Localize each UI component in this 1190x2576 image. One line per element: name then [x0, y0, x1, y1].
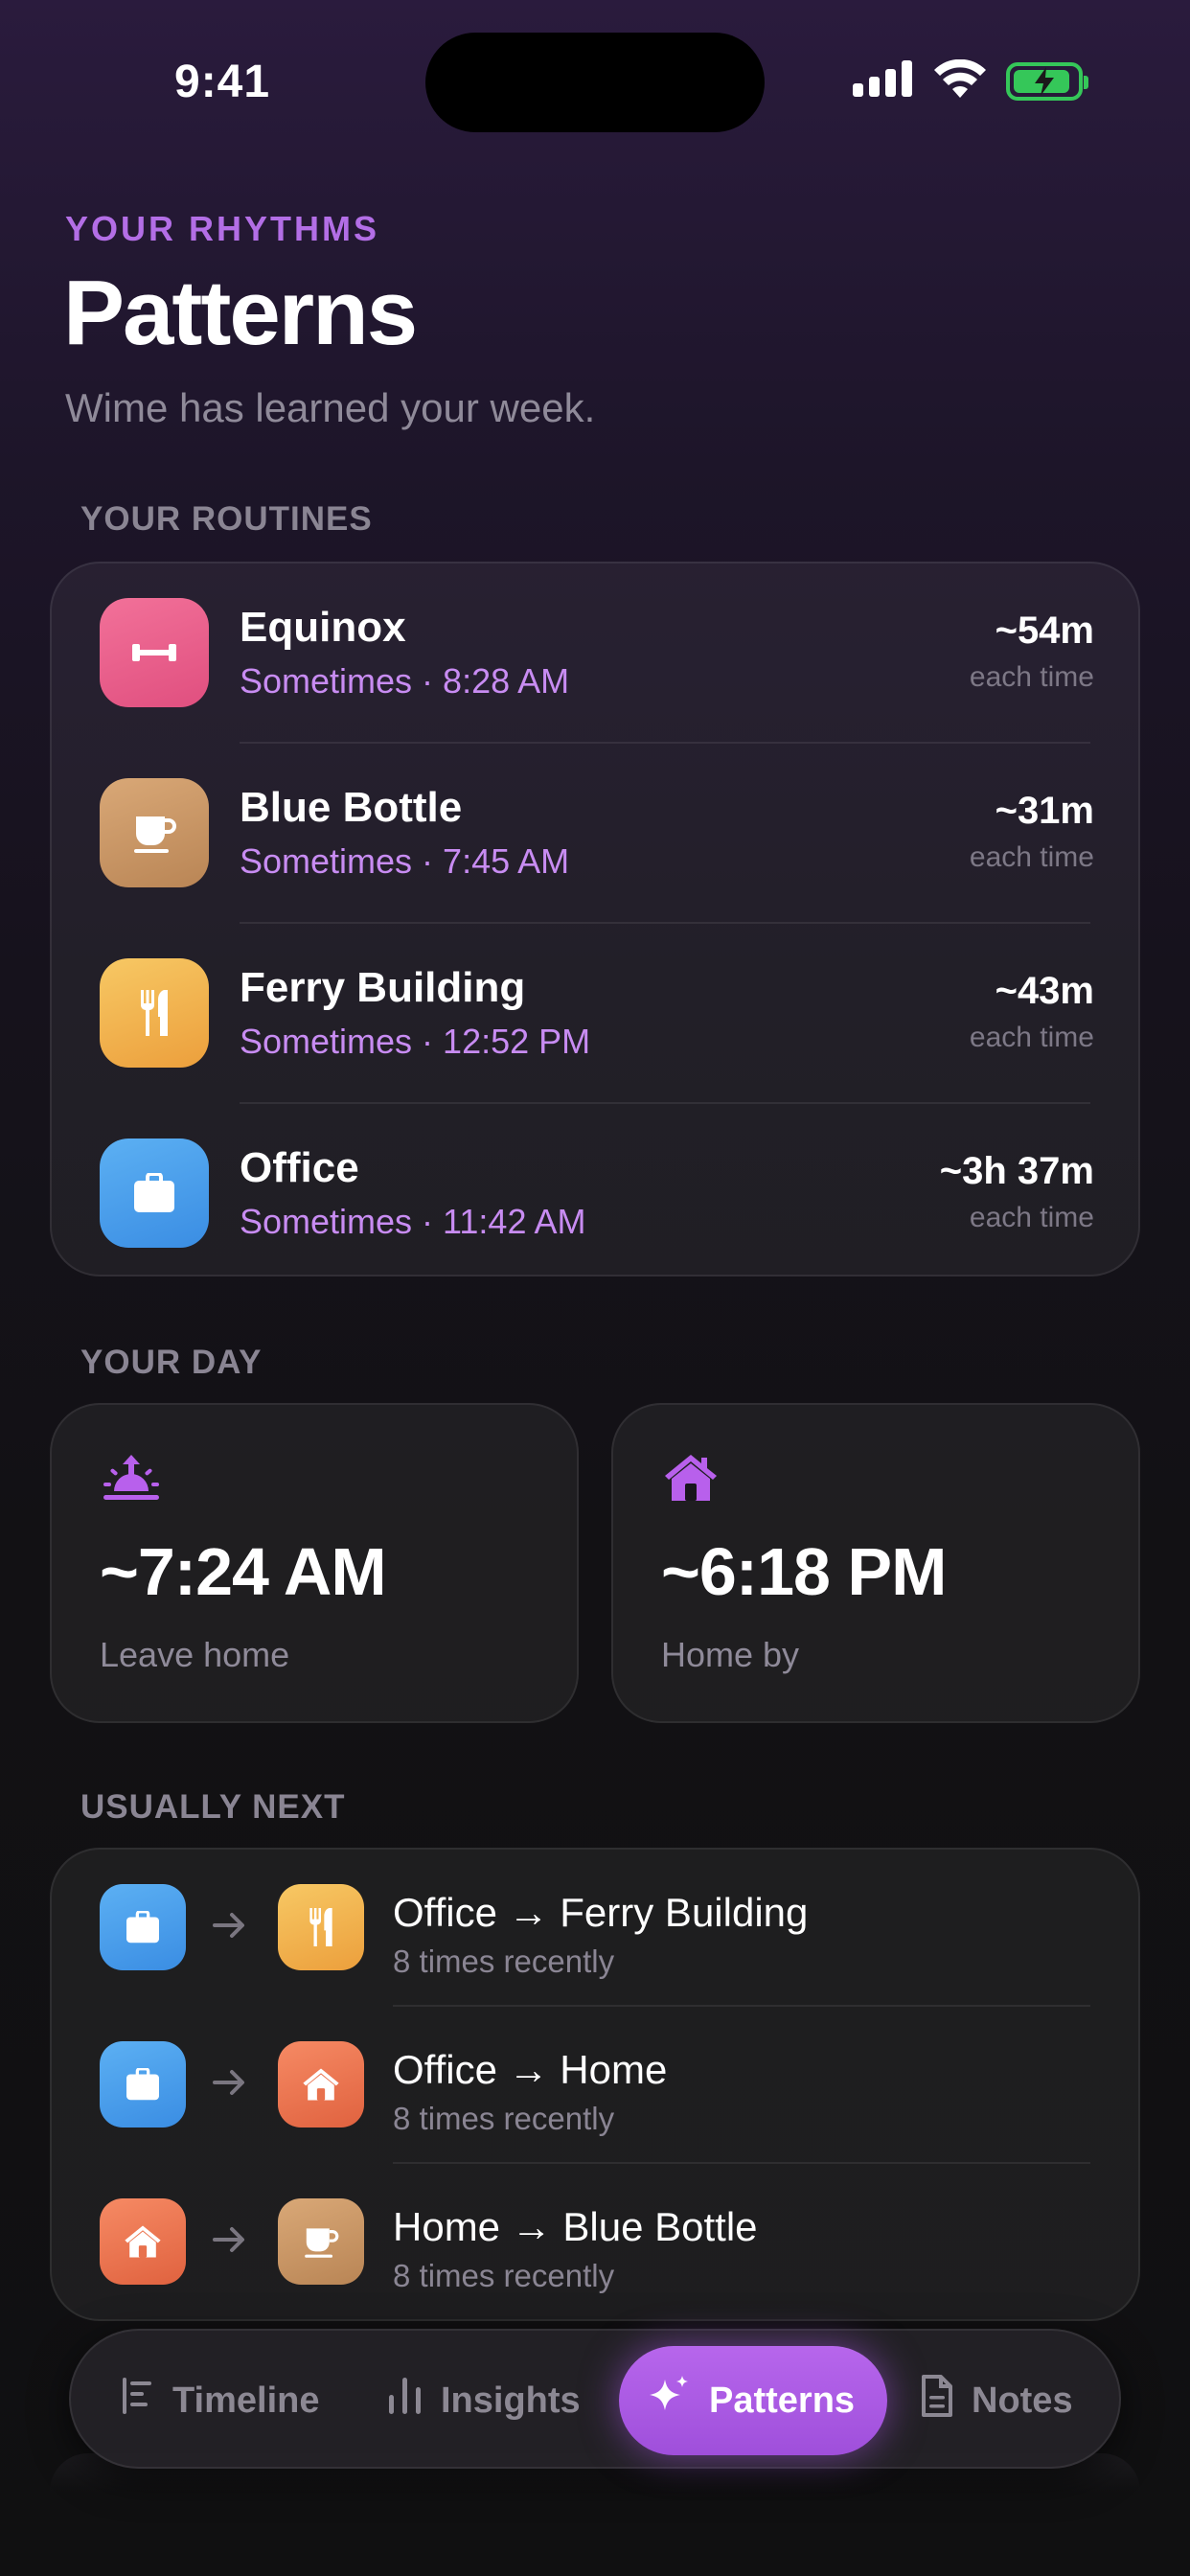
coffee-cup-icon	[100, 778, 209, 887]
next-title: Home → Blue Bottle	[393, 2204, 758, 2249]
sunrise-icon	[102, 1453, 161, 1507]
usually-next-section-label: USUALLY NEXT	[80, 1788, 346, 1826]
page-subtitle: Wime has learned your week.	[65, 385, 596, 430]
routine-unit: each time	[969, 661, 1094, 693]
house-icon	[100, 2198, 186, 2285]
tab-bar: Timeline Insights Patterns Notes	[69, 2329, 1121, 2469]
routine-name: Blue Bottle	[240, 784, 463, 831]
next-title: Office → Home	[393, 2047, 668, 2092]
routine-row-ferry-building[interactable]: Ferry Building Sometimes · 12:52 PM ~43m…	[52, 924, 1142, 1104]
briefcase-icon	[100, 1884, 186, 1970]
tab-timeline[interactable]: Timeline	[121, 2346, 319, 2455]
fork-knife-icon	[100, 958, 209, 1068]
tab-label: Timeline	[172, 2380, 320, 2421]
routine-meta: Sometimes · 8:28 AM	[240, 661, 570, 701]
leave-home-label: Leave home	[100, 1635, 290, 1674]
routine-duration: ~43m	[995, 970, 1094, 1012]
routine-row-office[interactable]: Office Sometimes · 11:42 AM ~3h 37m each…	[52, 1104, 1142, 1284]
home-by-label: Home by	[661, 1635, 800, 1674]
tab-patterns[interactable]: Patterns	[619, 2346, 888, 2455]
next-subtitle: 8 times recently	[393, 2258, 615, 2293]
house-icon	[663, 1453, 719, 1507]
routine-unit: each time	[969, 841, 1094, 873]
next-subtitle: 8 times recently	[393, 1944, 615, 1979]
coffee-cup-icon	[278, 2198, 364, 2285]
cellular-signal-icon	[853, 60, 914, 102]
routine-name: Office	[240, 1144, 359, 1191]
next-row-office-ferry[interactable]: Office → Ferry Building 8 times recently	[52, 1850, 1142, 2007]
next-title: Office → Ferry Building	[393, 1890, 809, 1935]
dynamic-island	[425, 33, 765, 132]
house-icon	[278, 2041, 364, 2128]
tab-insights[interactable]: Insights	[387, 2346, 581, 2455]
routine-unit: each time	[969, 1202, 1094, 1233]
home-by-time: ~6:18 PM	[661, 1534, 947, 1609]
briefcase-icon	[100, 1138, 209, 1248]
usually-next-card: Office → Ferry Building 8 times recently…	[50, 1848, 1140, 2321]
tab-notes[interactable]: Notes	[920, 2346, 1073, 2455]
next-row-home-blue-bottle[interactable]: Home → Blue Bottle 8 times recently	[52, 2164, 1142, 2321]
leave-home-card[interactable]: ~7:24 AM Leave home	[50, 1403, 579, 1723]
leave-home-time: ~7:24 AM	[100, 1534, 387, 1609]
status-icons	[853, 58, 1088, 103]
routine-duration: ~3h 37m	[939, 1150, 1094, 1192]
arrow-right-icon	[213, 2223, 247, 2261]
briefcase-icon	[100, 2041, 186, 2128]
arrow-right-icon	[213, 1909, 247, 1946]
fork-knife-icon	[278, 1884, 364, 1970]
routine-unit: each time	[969, 1022, 1094, 1053]
routine-meta: Sometimes · 7:45 AM	[240, 841, 570, 881]
sparkles-icon	[648, 2374, 692, 2427]
routine-row-equinox[interactable]: Equinox Sometimes · 8:28 AM ~54m each ti…	[52, 564, 1142, 744]
home-by-card[interactable]: ~6:18 PM Home by	[611, 1403, 1140, 1723]
document-icon	[920, 2375, 954, 2426]
tab-label: Patterns	[709, 2380, 856, 2421]
routine-meta: Sometimes · 12:52 PM	[240, 1022, 591, 1061]
routine-duration: ~54m	[995, 610, 1094, 652]
your-day-section-label: YOUR DAY	[80, 1344, 263, 1381]
routine-row-blue-bottle[interactable]: Blue Bottle Sometimes · 7:45 AM ~31m eac…	[52, 744, 1142, 924]
eyebrow-label: YOUR RHYTHMS	[65, 209, 380, 248]
arrow-right-icon	[213, 2066, 247, 2104]
routine-name: Ferry Building	[240, 964, 526, 1011]
page-title: Patterns	[63, 262, 418, 364]
tab-label: Insights	[441, 2380, 581, 2421]
next-row-office-home[interactable]: Office → Home 8 times recently	[52, 2007, 1142, 2164]
bar-chart-icon	[387, 2376, 423, 2426]
tab-label: Notes	[972, 2380, 1073, 2421]
status-time: 9:41	[174, 57, 271, 107]
routine-meta: Sometimes · 11:42 AM	[240, 1202, 586, 1241]
wifi-icon	[933, 58, 987, 103]
timeline-icon	[121, 2376, 155, 2426]
routine-duration: ~31m	[995, 790, 1094, 832]
dumbbell-icon	[100, 598, 209, 707]
battery-icon	[1006, 61, 1088, 101]
routines-card: Equinox Sometimes · 8:28 AM ~54m each ti…	[50, 562, 1140, 1276]
status-bar: 9:41	[0, 0, 1190, 144]
routine-name: Equinox	[240, 604, 406, 651]
routines-section-label: YOUR ROUTINES	[80, 500, 373, 538]
next-subtitle: 8 times recently	[393, 2101, 615, 2136]
